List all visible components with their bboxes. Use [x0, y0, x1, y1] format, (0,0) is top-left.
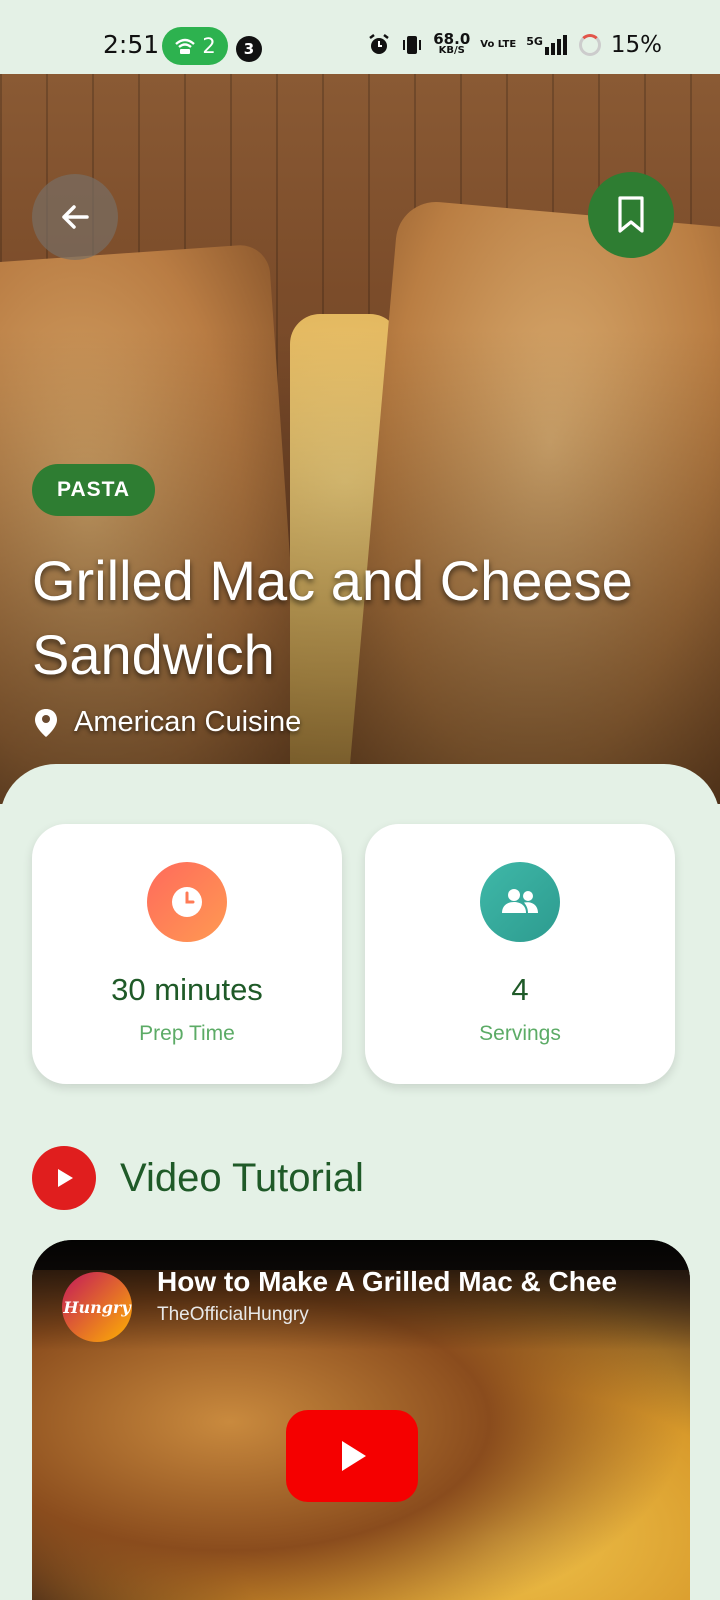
battery-percent: 15%: [610, 32, 662, 58]
recipe-title: Grilled Mac and Cheese Sandwich: [32, 549, 633, 686]
hotspot-badge: 2: [162, 27, 228, 65]
signal-bars-icon: [544, 35, 567, 55]
hero-image: PASTA Grilled Mac and Cheese Sandwich Am…: [0, 74, 720, 804]
category-chip[interactable]: PASTA: [32, 464, 156, 516]
cuisine-row: American Cuisine: [34, 706, 301, 739]
prep-time-value: 30 minutes: [111, 972, 263, 1007]
play-button[interactable]: [286, 1410, 418, 1502]
hotspot-icon: [175, 38, 196, 54]
cuisine-label: American Cuisine: [74, 706, 302, 738]
prep-time-card: 30 minutes Prep Time: [32, 824, 342, 1084]
servings-label: Servings: [479, 1022, 561, 1045]
video-tutorial-title: Video Tutorial: [120, 1155, 364, 1200]
channel-avatar[interactable]: Hungry: [62, 1272, 132, 1342]
back-button[interactable]: [32, 174, 118, 260]
hotspot-count: 2: [202, 34, 216, 58]
content-sheet: 30 minutes Prep Time 4 Servings Video Tu…: [0, 764, 720, 1600]
video-channel-name[interactable]: TheOfficialHungry: [157, 1304, 309, 1326]
battery-icon: [578, 34, 601, 56]
video-tutorial-heading: Video Tutorial: [32, 1146, 364, 1210]
prep-time-label: Prep Time: [139, 1022, 235, 1045]
vibrate-icon: [403, 36, 422, 54]
servings-card: 4 Servings: [365, 824, 675, 1084]
location-pin-icon: [35, 708, 57, 737]
volte-indicator: Vo LTE: [480, 39, 517, 50]
notification-count: 3: [236, 36, 262, 62]
arrow-left-icon: [62, 205, 89, 229]
bookmark-icon: [618, 196, 644, 233]
signal-label: 5G: [526, 35, 543, 48]
bookmark-button[interactable]: [588, 172, 674, 258]
signal-indicator: 5G: [526, 35, 569, 55]
play-icon: [342, 1441, 366, 1471]
status-bar: 2:51 2 3 68.0 KB/S Vo LTE 5G 15%: [0, 0, 720, 74]
status-right: 68.0 KB/S Vo LTE 5G 15%: [367, 32, 662, 58]
network-speed-value: 68.0: [433, 30, 471, 48]
servings-value: 4: [511, 972, 529, 1007]
alarm-icon: [369, 34, 389, 54]
network-speed: 68.0 KB/S: [433, 30, 471, 57]
youtube-icon: [32, 1146, 96, 1210]
video-title[interactable]: How to Make A Grilled Mac & Chee: [157, 1266, 677, 1298]
people-icon: [480, 862, 560, 942]
clock-icon: [147, 862, 227, 942]
video-player[interactable]: Hungry How to Make A Grilled Mac & Chee …: [32, 1240, 690, 1600]
network-speed-unit: KB/S: [438, 45, 465, 56]
status-time: 2:51: [103, 30, 160, 59]
